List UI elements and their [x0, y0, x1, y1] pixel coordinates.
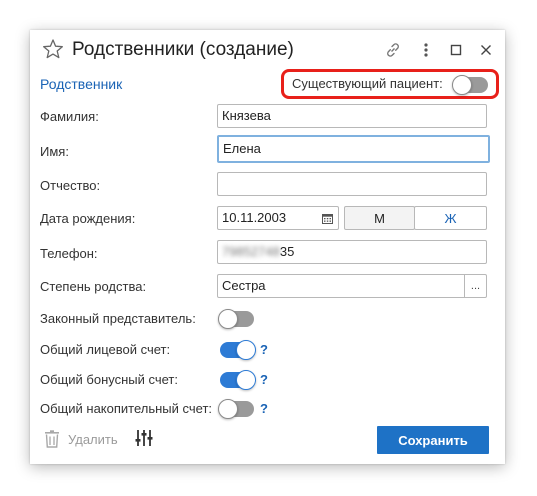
shared-personal-help-icon[interactable]: ?	[260, 342, 268, 358]
first-name-input[interactable]: Елена	[217, 135, 490, 163]
close-icon[interactable]	[475, 39, 497, 61]
gender-male-button[interactable]: М	[344, 206, 415, 230]
relation-ellipsis-button[interactable]: ...	[464, 275, 486, 297]
save-button[interactable]: Сохранить	[377, 426, 489, 454]
phone-blurred-part: 79852748	[222, 244, 280, 259]
toggle-knob	[236, 340, 256, 360]
relation-select[interactable]: Сестра ...	[217, 274, 487, 298]
trash-icon	[45, 430, 59, 448]
shared-personal-toggle[interactable]	[220, 340, 256, 360]
legal-rep-label: Законный представитель:	[40, 311, 196, 326]
birth-date-label: Дата рождения:	[40, 211, 136, 226]
patronymic-input[interactable]	[217, 172, 487, 196]
relation-value: Сестра	[222, 278, 266, 293]
section-title: Родственник	[40, 76, 123, 92]
relatives-create-dialog: Родственники (создание) Родственник Суще…	[30, 30, 505, 464]
window-title: Родственники (создание)	[72, 39, 294, 60]
phone-label: Телефон:	[40, 246, 98, 261]
shared-personal-label: Общий лицевой счет:	[40, 342, 171, 357]
legal-rep-toggle[interactable]	[218, 309, 254, 329]
existing-patient-label: Существующий пациент:	[292, 76, 443, 91]
settings-sliders-icon[interactable]	[134, 428, 156, 450]
maximize-icon[interactable]	[445, 39, 467, 61]
shared-savings-help-icon[interactable]: ?	[260, 401, 268, 417]
phone-visible-part: 35	[279, 244, 295, 259]
gender-female-button[interactable]: Ж	[414, 206, 487, 230]
first-name-label: Имя:	[40, 144, 69, 159]
favorite-star-icon[interactable]	[42, 38, 64, 60]
more-menu-icon[interactable]	[415, 39, 437, 61]
shared-bonus-help-icon[interactable]: ?	[260, 372, 268, 388]
delete-button[interactable]: Удалить	[44, 430, 118, 448]
shared-bonus-toggle[interactable]	[220, 370, 256, 390]
relation-label: Степень родства:	[40, 279, 147, 294]
shared-savings-label: Общий накопительный счет:	[40, 401, 213, 416]
phone-input[interactable]: 7985274835	[217, 240, 487, 264]
shared-savings-toggle[interactable]	[218, 399, 254, 419]
link-icon[interactable]	[382, 39, 404, 61]
shared-bonus-label: Общий бонусный счет:	[40, 372, 178, 387]
toggle-knob	[218, 309, 238, 329]
calendar-icon[interactable]	[315, 206, 339, 230]
patronymic-label: Отчество:	[40, 178, 101, 193]
delete-label: Удалить	[68, 431, 118, 447]
toggle-knob	[218, 399, 238, 419]
last-name-label: Фамилия:	[40, 109, 99, 124]
last-name-input[interactable]: Князева	[217, 104, 487, 128]
existing-patient-toggle[interactable]	[452, 75, 488, 95]
birth-date-value: 10.11.2003	[222, 210, 287, 225]
toggle-knob	[236, 370, 256, 390]
toggle-knob	[452, 75, 472, 95]
